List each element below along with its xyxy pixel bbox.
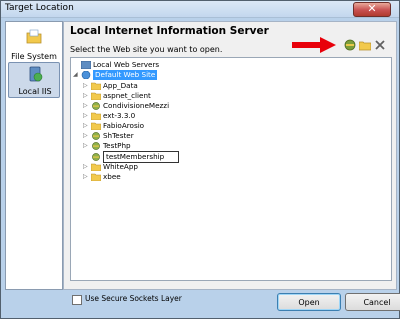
folder-icon [91,112,101,120]
folder-icon [91,173,101,181]
folder-icon [91,122,101,130]
main-panel: Local Internet Information Server Select… [63,21,397,305]
web-app-icon [92,142,100,150]
servers-icon [81,61,91,69]
instruction-text: Select the Web site you want to open. [70,45,223,54]
expand-icon[interactable]: ▷ [83,91,89,101]
red-arrow-annotation [292,37,336,53]
secure-sockets-label: Use Secure Sockets Layer [85,294,182,303]
tree-item-label: ext-3.3.0 [103,111,136,120]
location-sidebar: File System Local IIS [5,21,63,290]
create-virtual-directory-icon[interactable] [359,39,371,51]
window-title: Target Location [5,3,74,13]
cancel-button[interactable]: Cancel [345,293,400,311]
delete-icon[interactable] [374,39,386,51]
create-web-application-icon[interactable] [344,39,356,51]
web-app-icon [92,102,100,110]
sidebar-item-label: File System [11,52,57,61]
web-sites-tree[interactable]: Local Web Servers ◢ Default Web Site ▷ A… [70,57,392,281]
tree-site-label: Default Web Site [93,70,158,80]
close-icon: ✕ [367,2,377,15]
server-icon [29,66,43,82]
sidebar-item-file-system[interactable]: File System [8,26,60,62]
web-app-icon [92,132,100,140]
sidebar-item-label: Local IIS [18,87,52,96]
collapse-icon[interactable]: ◢ [73,70,79,80]
page-title: Local Internet Information Server [70,25,269,37]
tree-item-label: ShTester [103,131,134,140]
expand-icon[interactable]: ▷ [83,101,89,111]
tree-item-label: WhiteApp [103,162,138,171]
expand-icon[interactable]: ▷ [83,81,89,91]
target-location-dialog: Target Location ✕ File System Local IIS … [0,0,400,319]
folder-icon [91,82,101,90]
tree-item-label: FabioArosio [103,121,145,130]
tree-item-label: CondivisioneMezzi [103,101,170,110]
open-button[interactable]: Open [277,293,341,311]
expand-icon[interactable]: ▷ [83,121,89,131]
tree-item-label: xbee [103,172,121,181]
close-button[interactable]: ✕ [353,2,391,17]
tree-item-label: App_Data [103,81,138,90]
tree-item-label: aspnet_client [103,91,151,100]
expand-icon[interactable]: ▷ [83,141,89,151]
folder-icon [91,92,101,100]
expand-icon[interactable]: ▷ [83,172,89,182]
expand-icon[interactable]: ▷ [83,111,89,121]
folder-icon [26,29,42,44]
title-bar: Target Location ✕ [1,1,399,18]
globe-icon [81,71,91,79]
expand-icon[interactable]: ▷ [83,162,89,172]
tree-root-label: Local Web Servers [93,60,160,69]
expand-icon[interactable]: ▷ [83,131,89,141]
web-app-icon [92,153,100,161]
tree-item-label: TestPhp [103,141,131,150]
folder-icon [91,163,101,171]
secure-sockets-checkbox[interactable] [72,295,82,305]
sidebar-item-local-iis[interactable]: Local IIS [8,62,60,98]
